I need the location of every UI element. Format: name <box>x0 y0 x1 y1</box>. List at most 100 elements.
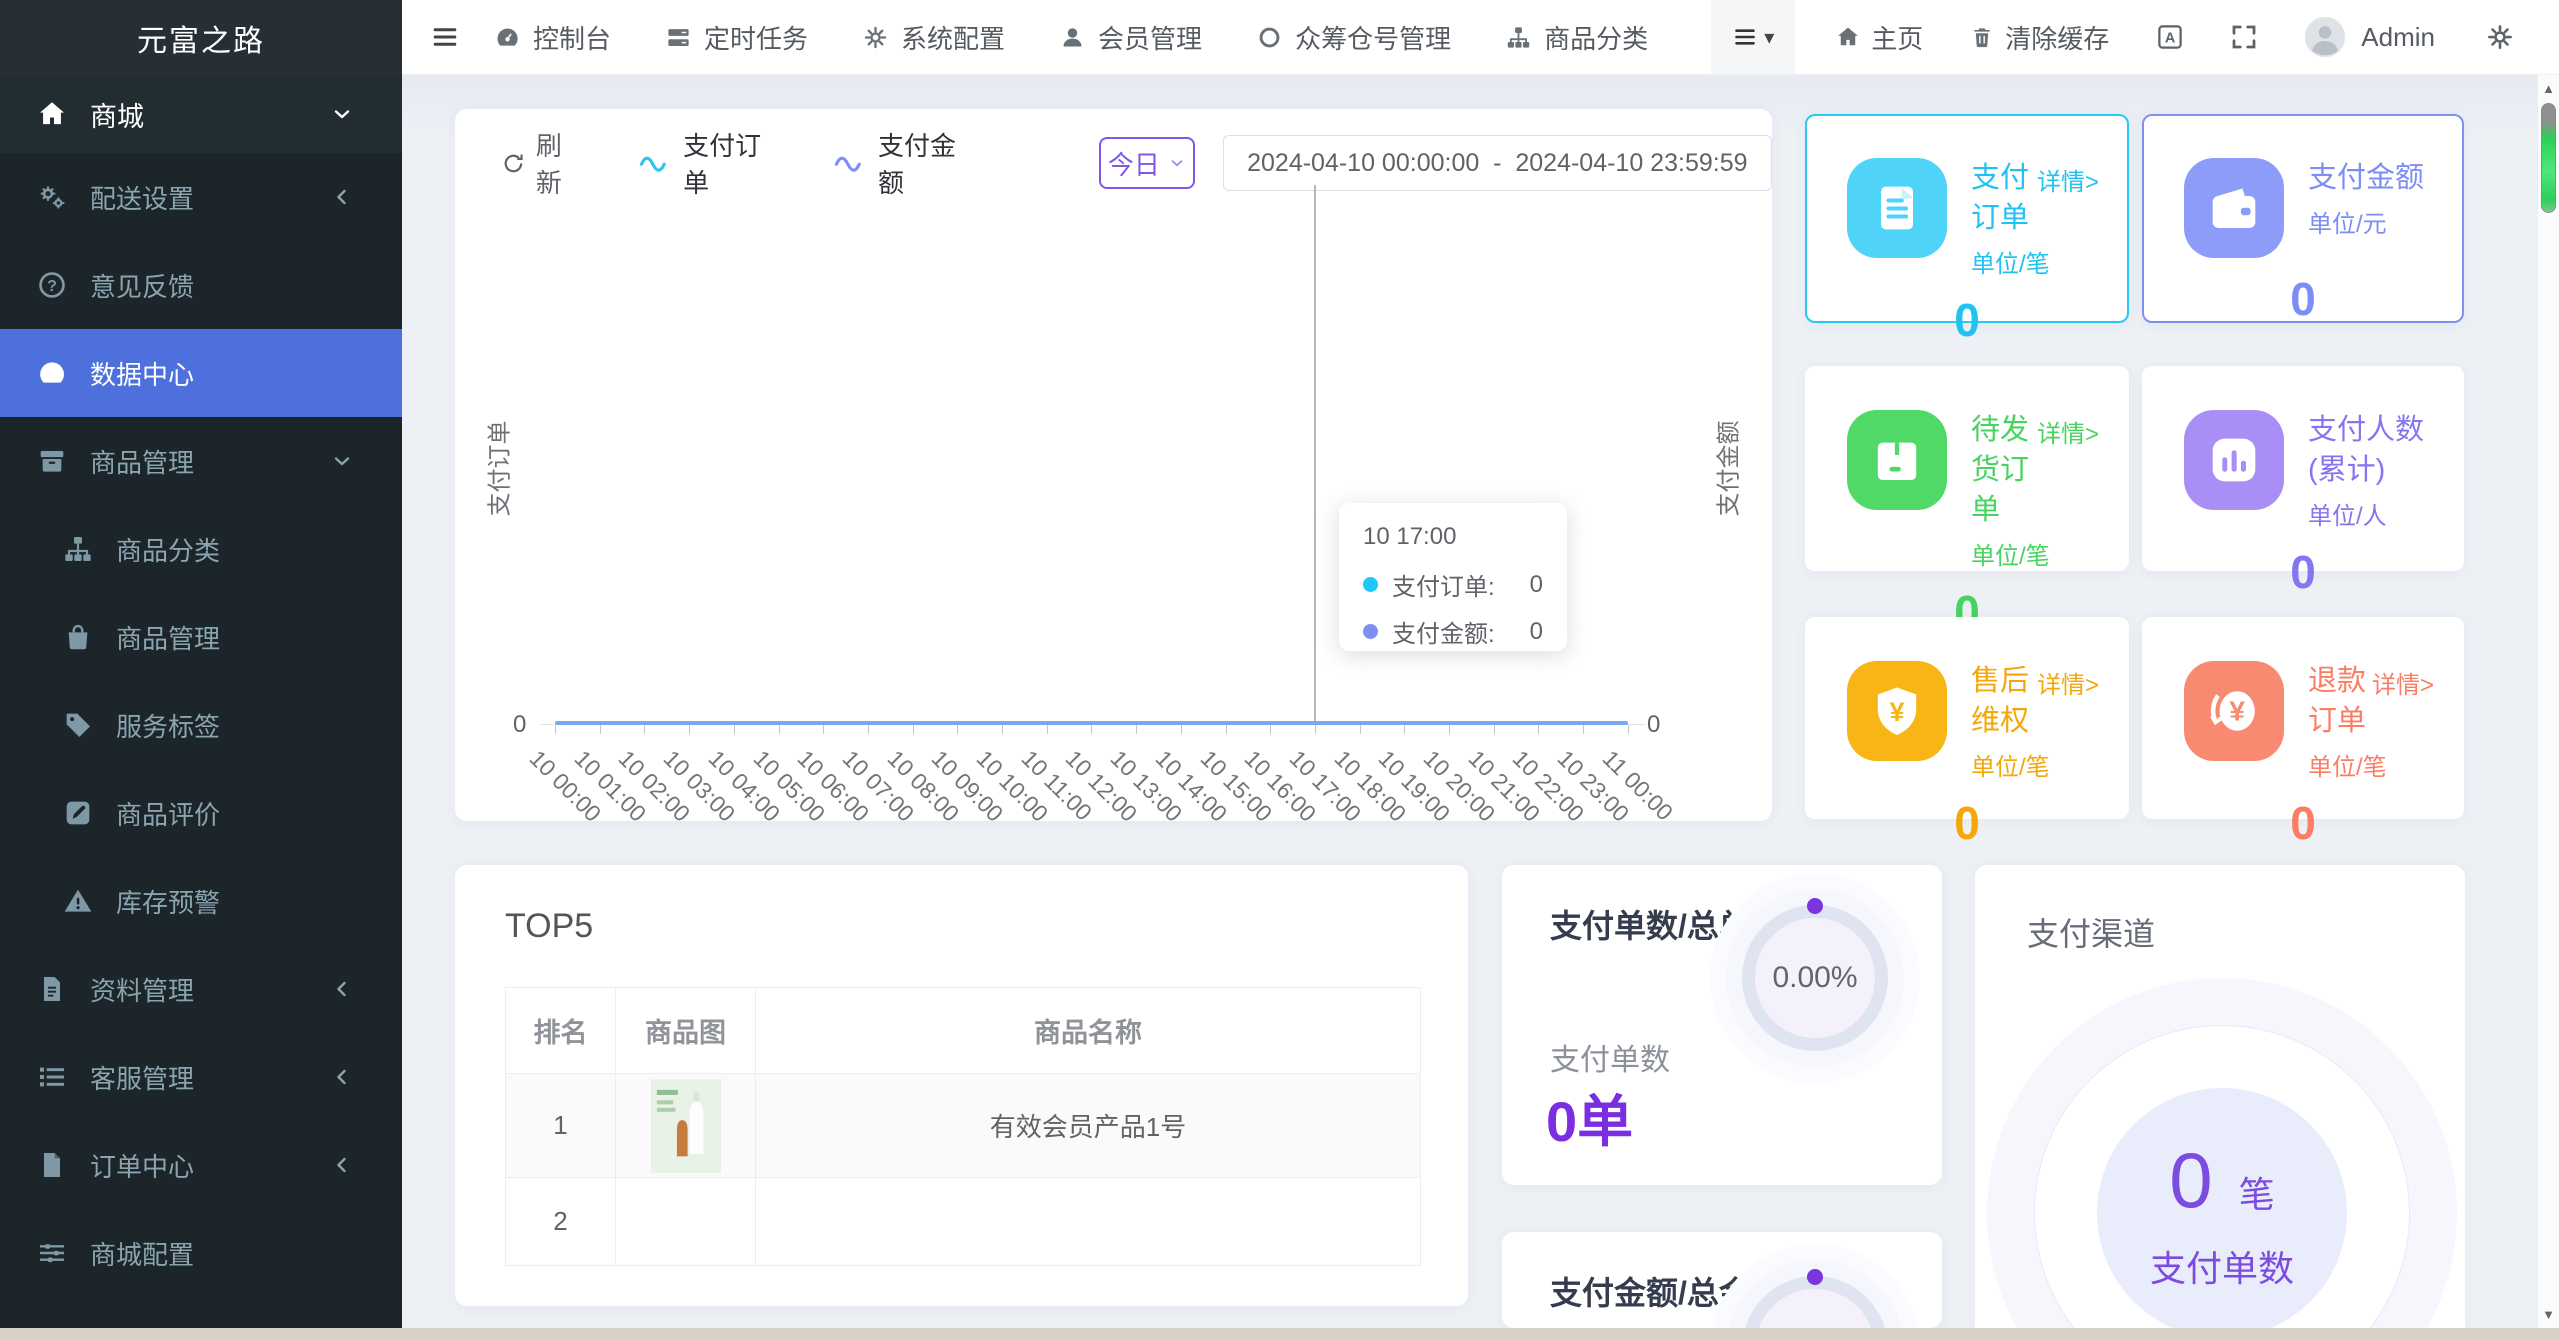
topnav-item-0[interactable]: 控制台 <box>494 19 611 56</box>
chart-header: 刷新 支付订单 支付金额 今日 2024-04-10 00:00:00 - 202… <box>455 131 1772 198</box>
clear-cache-link[interactable]: 清除缓存 <box>1969 19 2109 56</box>
topnav-item-5[interactable]: 商品分类 <box>1505 19 1648 56</box>
trash-icon <box>1969 24 1995 50</box>
scroll-down-icon[interactable]: ▼ <box>2538 1307 2559 1322</box>
stat-unit: 单位/笔 <box>1971 754 2050 781</box>
date-range-input[interactable]: 2024-04-10 00:00:00 - 2024-04-10 23:59:5… <box>1222 135 1772 191</box>
topnav-item-2[interactable]: 系统配置 <box>862 19 1005 56</box>
ratio-value: 0单 <box>1546 1090 1634 1153</box>
sidebar-item-label: 服务标签 <box>116 711 221 742</box>
wave-icon <box>830 151 866 175</box>
detail-link[interactable]: 详情> <box>2037 661 2099 700</box>
channel-label: 支付单数 <box>2149 1247 2294 1289</box>
home-link[interactable]: 主页 <box>1835 19 1923 56</box>
sidebar-item-11[interactable]: 客服管理 <box>0 1033 402 1121</box>
top5-title: TOP5 <box>505 907 594 945</box>
chart-plot-area[interactable]: 支付订单 支付金额 0 0 10 00:00 10 01:00 10 02:00 10… <box>455 185 1772 827</box>
top5-card: TOP5 排名商品图商品名称1有效会员产品1号2 ◀ ▶ <box>455 865 1468 1306</box>
tooltip-title: 10 17:00 <box>1363 523 1457 550</box>
channel-title: 支付渠道 <box>2027 916 2156 952</box>
ratio-gauge: 0.00% <box>1742 898 1888 1051</box>
tag-icon <box>62 709 94 741</box>
sidebar-item-3[interactable]: 数据中心 <box>0 329 402 417</box>
translate-icon[interactable]: A <box>2155 22 2185 52</box>
gauge-ring: 0.00% <box>1742 905 1888 1051</box>
detail-link[interactable]: 详情> <box>2037 158 2099 197</box>
nav-menu-dropdown[interactable]: ▾ <box>1711 0 1796 74</box>
question-icon: ? <box>36 269 68 301</box>
y-tick-right: 0 <box>1647 711 1661 738</box>
list-icon <box>36 1061 68 1093</box>
chart-crosshair <box>1313 185 1316 723</box>
gears-icon <box>36 181 68 213</box>
sidebar-item-label: 数据中心 <box>90 359 195 390</box>
stat-title: 支付金额 <box>2308 162 2425 194</box>
vertical-scrollbar[interactable]: ▲ ▼ <box>2537 75 2559 1328</box>
sidebar-item-label: 订单中心 <box>90 1151 195 1182</box>
stat-card-2[interactable]: 待发货订单 详情> 单位/笔 0 <box>1805 366 2129 638</box>
sidebar-item-label: 客服管理 <box>90 1063 195 1094</box>
vertical-scrollbar-thumb[interactable] <box>2541 103 2556 213</box>
y-tick-left: 0 <box>513 711 527 738</box>
home-icon <box>36 98 68 130</box>
table-header-row: 排名 商品图 商品名称 <box>506 988 1420 1074</box>
rank-cell: 2 <box>506 1178 616 1265</box>
stat-title: 退款订单 <box>2308 665 2367 737</box>
stat-card-3[interactable]: 支付人数(累计) 单位/人 0 <box>2142 366 2464 598</box>
sidebar-item-8[interactable]: 商品评价 <box>0 769 402 857</box>
chevron-down-icon <box>1168 154 1186 172</box>
sidebar-item-12[interactable]: 订单中心 <box>0 1121 402 1209</box>
stat-card-1[interactable]: 支付金额 单位/元 0 <box>2142 114 2464 325</box>
sidebar-item-5[interactable]: 商品分类 <box>0 505 402 593</box>
sidebar-item-1[interactable]: 配送设置 <box>0 153 402 241</box>
pay-orders-ratio-card: 支付单数/总单数 0.00% 支付单数 0单 <box>1502 865 1942 1185</box>
image-cell <box>616 1178 756 1265</box>
bars-icon <box>2184 410 2284 510</box>
topnav-item-1[interactable]: 定时任务 <box>665 19 808 56</box>
sidebar-item-label: 商品评价 <box>116 799 221 830</box>
fullscreen-icon[interactable] <box>2229 22 2259 52</box>
user-menu[interactable]: Admin <box>2303 15 2435 59</box>
legend-item-0[interactable]: 支付订单 <box>635 126 786 200</box>
sidebar-item-13[interactable]: 商城配置 <box>0 1209 402 1297</box>
topnav-item-4[interactable]: 众筹仓号管理 <box>1256 19 1451 56</box>
sidebar-item-label: 商品管理 <box>90 447 195 478</box>
stat-card-5[interactable]: ¥ 退款订单 详情> 单位/笔 0 <box>2142 617 2464 849</box>
tooltip-label: 支付金额: <box>1392 621 1495 648</box>
date-range-select[interactable]: 今日 <box>1099 137 1195 189</box>
scroll-up-icon[interactable]: ▲ <box>2538 81 2559 96</box>
table-row[interactable]: 1 有效会员产品1号 <box>506 1074 1420 1178</box>
sidebar-toggle-icon[interactable] <box>430 22 460 52</box>
sidebar-item-4[interactable]: 商品管理 <box>0 417 402 505</box>
brand-logo[interactable]: 元富之路 <box>0 0 402 75</box>
topnav-item-label: 定时任务 <box>704 23 809 54</box>
doc-icon <box>1847 158 1947 258</box>
detail-link[interactable]: 详情> <box>2372 661 2434 700</box>
channel-value: 0 <box>2169 1135 2213 1224</box>
sidebar-item-6[interactable]: 商品管理 <box>0 593 402 681</box>
sidebar-item-7[interactable]: 服务标签 <box>0 681 402 769</box>
sidebar-item-10[interactable]: 资料管理 <box>0 945 402 1033</box>
topnav-item-3[interactable]: 会员管理 <box>1059 19 1202 56</box>
sidebar-item-0[interactable]: 商城 <box>0 75 402 153</box>
sitemap-icon <box>1505 24 1532 51</box>
detail-link[interactable]: 详情> <box>2037 410 2099 449</box>
channel-donut[interactable]: 0 笔 支付单数 <box>2097 1088 2347 1328</box>
table-row[interactable]: 2 <box>506 1178 1420 1266</box>
stat-card-4[interactable]: ¥ 售后维权 详情> 单位/笔 0 <box>1805 617 2129 849</box>
sidebar-item-2[interactable]: ? 意见反馈 <box>0 241 402 329</box>
range-label: 今日 <box>1107 149 1160 180</box>
series-dot-icon <box>1363 624 1378 639</box>
sidebar-item-label: 商城配置 <box>90 1239 195 1270</box>
refresh-button[interactable]: 刷新 <box>501 126 587 200</box>
sidebar-item-9[interactable]: 库存预警 <box>0 857 402 945</box>
chevron-down-icon <box>330 449 354 473</box>
warning-icon <box>62 885 94 917</box>
sidebar-item-label: 资料管理 <box>90 975 195 1006</box>
settings-gear-icon[interactable] <box>2485 22 2515 52</box>
legend-item-1[interactable]: 支付金额 <box>830 126 981 200</box>
menu-icon <box>1732 24 1758 50</box>
gear-icon <box>862 24 889 51</box>
name-cell <box>756 1178 1420 1265</box>
stat-card-0[interactable]: 支付订单 详情> 单位/笔 0 <box>1805 114 2129 346</box>
